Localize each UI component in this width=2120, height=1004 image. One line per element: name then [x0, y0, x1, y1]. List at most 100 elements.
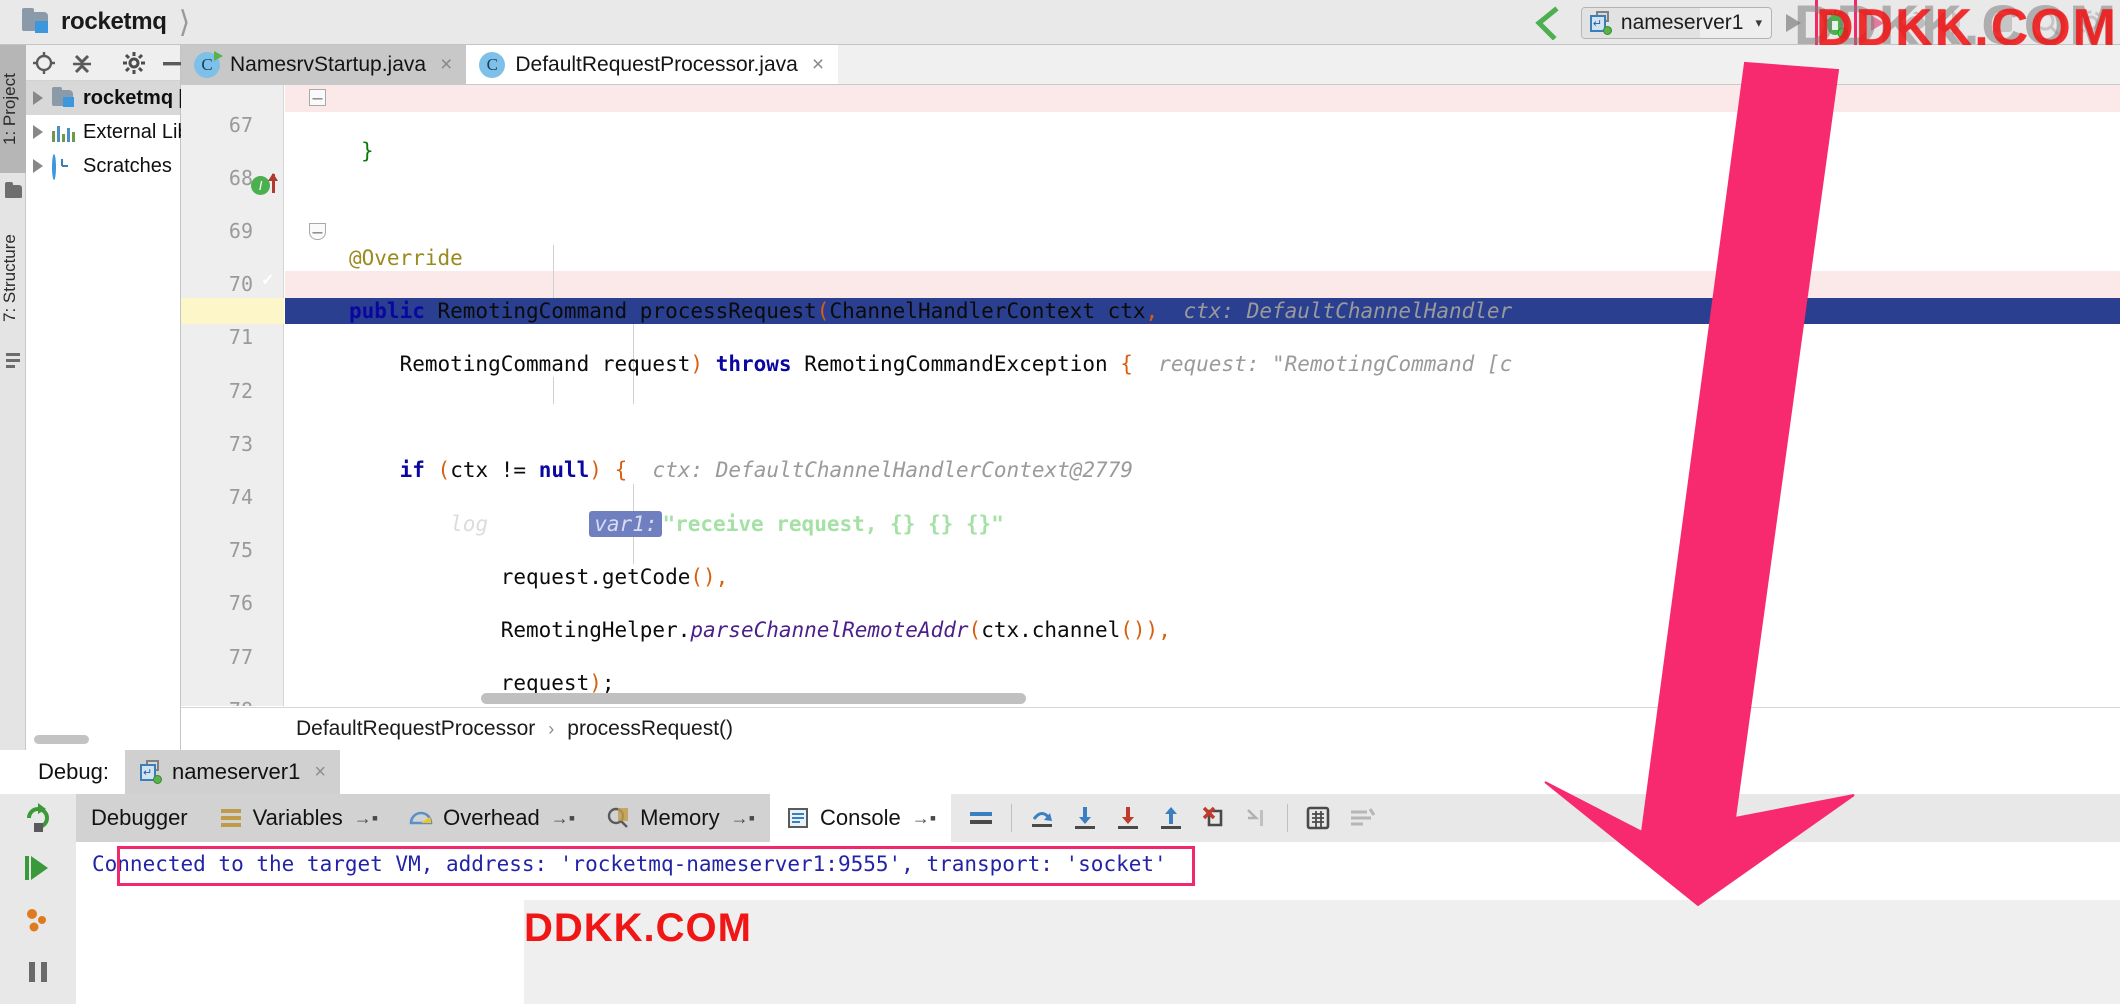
sidebar-item-project[interactable]: 1: Project — [0, 45, 26, 173]
settings-lines-icon[interactable] — [1341, 798, 1381, 838]
run-config-icon: ↵ — [139, 760, 163, 784]
tree-item-external-libraries[interactable]: External Lib — [26, 115, 189, 149]
close-icon[interactable]: × — [812, 53, 824, 77]
tab-console[interactable]: Console →▪ — [769, 794, 952, 842]
editor-line-68: 68 — [181, 138, 2120, 190]
force-step-into-icon[interactable] — [1108, 798, 1148, 838]
run-to-cursor-button[interactable] — [1871, 14, 1884, 31]
pause-program-icon[interactable] — [0, 946, 76, 998]
line-number: 75 — [228, 538, 253, 563]
console-lower-region — [524, 900, 2120, 1004]
editor-tab-label: DefaultRequestProcessor.java — [515, 52, 798, 76]
folder-module-icon — [52, 87, 76, 108]
gear-icon[interactable] — [122, 50, 146, 76]
project-tool-window: rocketmq [ External Lib Scratches — [26, 45, 189, 750]
breadcrumb-method[interactable]: processRequest() — [567, 717, 733, 741]
indent-guide — [553, 377, 554, 404]
main-toolbar: rocketmq ⟩ ↵ nameserver1 ▾ DDKK.COM DDKK… — [0, 0, 2120, 57]
console-icon — [787, 808, 808, 828]
collapse-all-icon[interactable] — [70, 50, 94, 76]
editor-breadcrumb: DefaultRequestProcessor › processRequest… — [181, 707, 2120, 750]
project-folder-icon — [22, 8, 52, 34]
pin-icon[interactable]: →▪ — [912, 808, 936, 829]
editor-line-69: 69 @Override — [181, 191, 2120, 270]
tab-debugger[interactable]: Debugger — [76, 794, 203, 842]
drop-frame-icon[interactable] — [1194, 798, 1234, 838]
chevron-right-icon[interactable] — [33, 125, 43, 139]
tab-variables[interactable]: Variables →▪ — [202, 794, 394, 842]
breadcrumb-project-name[interactable]: rocketmq — [61, 8, 167, 36]
breadcrumb[interactable]: rocketmq ⟩ — [22, 5, 190, 40]
editor-tab-strip: C NamesrvStartup.java × C DefaultRequest… — [181, 45, 2120, 85]
debug-header: Debug: ↵ nameserver1 × — [0, 750, 2120, 794]
close-icon[interactable]: × — [440, 53, 452, 77]
pin-icon[interactable]: →▪ — [551, 808, 575, 829]
coverage-icon[interactable] — [1898, 8, 1930, 38]
toolbar-divider — [1287, 804, 1289, 832]
stop-icon[interactable] — [1988, 8, 2018, 38]
fold-marker-icon[interactable]: ─ — [309, 223, 326, 240]
project-toolbar — [26, 45, 183, 81]
tree-item-scratches[interactable]: Scratches — [26, 149, 180, 183]
sidebar-item-project-label: 1: Project — [0, 73, 19, 145]
editor-horizontal-scrollbar[interactable] — [481, 693, 1026, 704]
debug-button[interactable] — [1815, 0, 1857, 49]
step-out-icon[interactable] — [1151, 798, 1191, 838]
tree-item-external-libraries-label: External Lib — [83, 120, 189, 143]
wrap-lines-icon[interactable] — [961, 798, 1001, 838]
resume-program-icon[interactable] — [0, 842, 76, 894]
profiler-icon[interactable] — [1944, 8, 1974, 38]
pin-icon[interactable]: →▪ — [354, 808, 378, 829]
chevron-down-icon[interactable]: ▾ — [1755, 15, 1762, 31]
pin-icon[interactable]: →▪ — [731, 808, 755, 829]
step-into-icon[interactable] — [1065, 798, 1105, 838]
run-to-cursor-icon[interactable] — [1237, 798, 1277, 838]
debug-title: Debug: — [0, 750, 125, 794]
debug-tool-window: Debug: ↵ nameserver1 × Debugger Variable… — [0, 750, 2120, 1004]
run-configuration-selector[interactable]: ↵ nameserver1 ▾ — [1580, 6, 1772, 39]
tab-variables-label: Variables — [252, 805, 343, 830]
evaluate-expression-icon[interactable] — [1298, 798, 1338, 838]
editor-body[interactable]: ─ ─ I 67 } 68 69 @Override 70 public Rem… — [181, 85, 2120, 706]
breadcrumb-separator-icon: › — [548, 718, 555, 739]
line-number: 76 — [228, 591, 253, 616]
library-icon — [52, 123, 76, 142]
toolbar-right-group: ↵ nameserver1 ▾ DDKK.COM DDKK.COM — [1519, 0, 2120, 57]
chevron-right-icon[interactable] — [33, 159, 43, 173]
locate-icon[interactable] — [32, 50, 56, 76]
tree-item-rocketmq[interactable]: rocketmq [ — [26, 81, 185, 115]
console-output-panel[interactable]: Connected to the target VM, address: 'ro… — [76, 842, 2120, 1004]
view-breakpoints-icon[interactable] — [0, 998, 76, 1004]
project-tree: rocketmq [ External Lib Scratches — [26, 81, 189, 183]
editor-line-74: 74 log.debug( var1: "receive request, {} … — [181, 457, 2120, 537]
console-watermark-text: DDKK.COM — [524, 906, 752, 950]
project-horizontal-scrollbar[interactable] — [34, 735, 89, 744]
memory-icon — [607, 807, 629, 828]
sidebar-item-structure[interactable]: 7: Structure — [0, 213, 26, 343]
run-button[interactable] — [1786, 13, 1801, 32]
editor-tab-namesrvstartup[interactable]: C NamesrvStartup.java × — [181, 45, 467, 84]
editor-tab-defaultrequestprocessor[interactable]: C DefaultRequestProcessor.java × — [466, 45, 839, 84]
java-class-icon: C — [479, 51, 506, 78]
close-icon[interactable]: × — [314, 761, 326, 784]
structure-icon — [6, 353, 20, 371]
breadcrumb-class[interactable]: DefaultRequestProcessor — [296, 717, 535, 741]
tab-overhead[interactable]: Overhead →▪ — [393, 794, 591, 842]
tab-memory[interactable]: Memory →▪ — [590, 794, 770, 842]
console-highlight-box — [117, 846, 1195, 886]
editor-line-70: 70 public RemotingCommand processRequest… — [181, 245, 2120, 323]
editor-line-73: 73 if (ctx != null) { ctx: DefaultChanne… — [181, 404, 2120, 483]
mute-breakpoints-icon[interactable] — [0, 894, 76, 946]
step-over-icon[interactable] — [1022, 798, 1062, 838]
tab-console-label: Console — [819, 805, 901, 830]
rerun-button[interactable] — [0, 794, 76, 842]
debug-session-tab[interactable]: ↵ nameserver1 × — [124, 750, 341, 794]
chevron-right-icon[interactable] — [33, 91, 43, 105]
line-number: 70 — [228, 272, 253, 297]
arrow-up-icon[interactable] — [1533, 5, 1563, 40]
settings-icon[interactable] — [2076, 8, 2106, 38]
line-number: 71 — [228, 325, 253, 350]
line-number: 73 — [228, 431, 253, 456]
java-class-runnable-icon: C — [194, 50, 223, 78]
search-everywhere-icon[interactable] — [2032, 8, 2062, 38]
